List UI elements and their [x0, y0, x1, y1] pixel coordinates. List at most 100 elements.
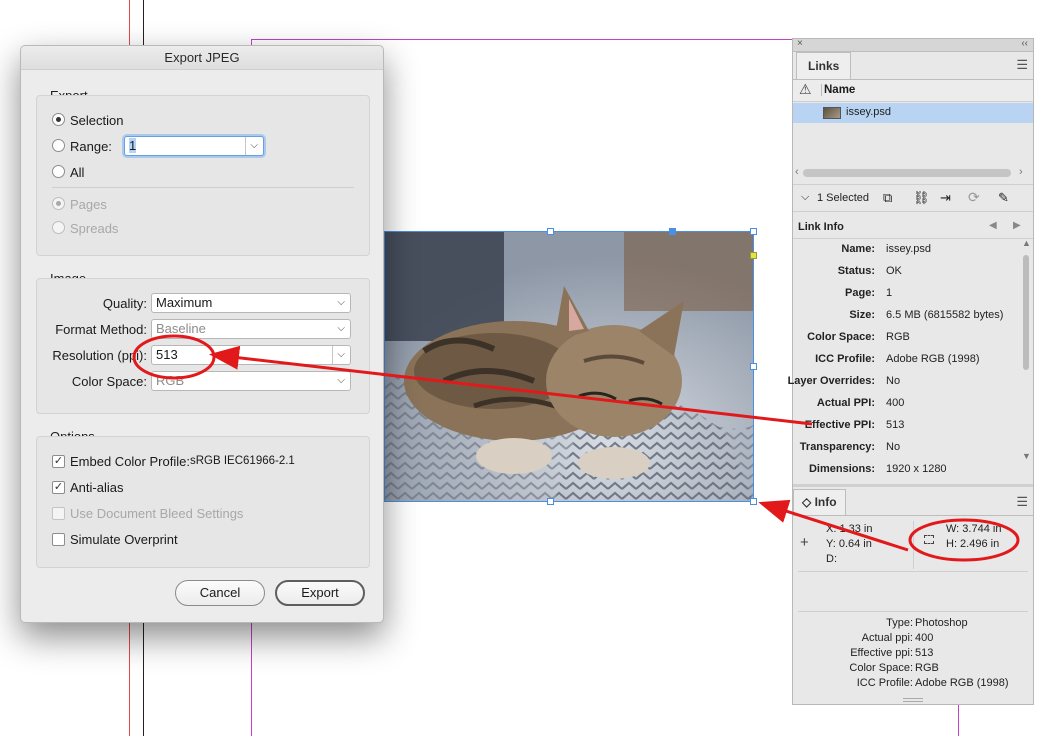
frame-handle[interactable] — [750, 498, 757, 505]
info-detail-row: ICC Profile: Adobe RGB (1998) — [793, 677, 1033, 692]
collapse-icon[interactable]: ‹‹ — [1021, 38, 1028, 49]
panel-resize-grip[interactable] — [903, 698, 923, 702]
frame-size-icon — [924, 535, 934, 544]
all-radio[interactable] — [52, 165, 65, 178]
chevron-down-icon: ⌵ — [337, 297, 345, 308]
detail-key: Effective ppi: — [850, 647, 913, 659]
previous-link-icon[interactable]: ◀ — [989, 220, 997, 231]
link-info-row: Name: issey.psd — [793, 238, 1017, 260]
link-info-vscrollbar-thumb[interactable] — [1023, 255, 1029, 370]
link-info-row: Status: OK — [793, 260, 1017, 282]
simulate-overprint-checkbox[interactable] — [52, 533, 65, 546]
margin-guide-magenta-h — [251, 39, 792, 40]
embed-color-profile-checkbox[interactable]: ✓ — [52, 455, 65, 468]
link-row-selected[interactable]: issey.psd — [793, 103, 1033, 123]
simulate-overprint-label[interactable]: Simulate Overprint — [70, 532, 178, 547]
range-radio[interactable] — [52, 139, 65, 152]
scroll-right-icon[interactable]: › — [1019, 166, 1023, 178]
info-key: ICC Profile: — [815, 353, 875, 365]
close-icon[interactable]: × — [797, 38, 803, 49]
detail-value: 513 — [915, 647, 934, 659]
resolution-combo[interactable]: 513 ⌵ — [151, 345, 351, 365]
link-info-row: Size: 6.5 MB (6815582 bytes) — [793, 304, 1017, 326]
color-space-value: RGB — [156, 373, 185, 388]
info-detail-row: Color Space: RGB — [793, 662, 1033, 677]
anti-alias-label[interactable]: Anti-alias — [70, 480, 123, 495]
tab-links[interactable]: Links — [796, 52, 852, 80]
all-label[interactable]: All — [70, 165, 84, 180]
cat-image[interactable] — [384, 231, 754, 502]
info-value: issey.psd — [886, 243, 932, 255]
embed-color-profile-name: sRGB IEC61966-2.1 — [190, 455, 295, 467]
link-info-row: Dimensions: 1920 x 1280 — [793, 458, 1017, 480]
content-grabber-handle[interactable] — [669, 228, 676, 235]
info-panel-separator — [793, 484, 1033, 487]
range-value: 1 — [129, 138, 137, 153]
scroll-up-icon[interactable]: ▲ — [1022, 238, 1031, 248]
chevron-down-icon[interactable]: ⌵ — [332, 346, 345, 364]
info-detail-row: Effective ppi: 513 — [793, 647, 1033, 662]
spreads-label: Spreads — [70, 221, 119, 236]
embed-color-profile-label[interactable]: Embed Color Profile: — [70, 454, 190, 469]
next-link-icon[interactable]: ▶ — [1013, 220, 1021, 231]
quality-select[interactable]: Maximum ⌵ — [151, 293, 351, 313]
export-button[interactable]: Export — [275, 580, 365, 606]
chevron-down-icon[interactable]: ⌵ — [801, 191, 809, 204]
x-position: X: 1.33 in — [826, 523, 873, 535]
info-row-divider — [798, 571, 1028, 572]
link-info-row: Effective PPI: 513 — [793, 414, 1017, 436]
panel-topbar: × ‹‹ — [793, 38, 1033, 52]
frame-handle[interactable] — [547, 498, 554, 505]
range-input[interactable]: 1 ⌵ — [124, 136, 264, 156]
anti-alias-checkbox[interactable]: ✓ — [52, 481, 65, 494]
scroll-left-icon[interactable]: ‹ — [795, 166, 799, 178]
pages-radio[interactable] — [52, 197, 65, 210]
resolution-label: Resolution (ppi): — [52, 348, 147, 363]
color-space-select[interactable]: RGB ⌵ — [151, 371, 351, 391]
cat-photo-illustration — [384, 231, 754, 502]
scroll-down-icon[interactable]: ▼ — [1022, 451, 1031, 461]
selection-radio[interactable] — [52, 113, 65, 126]
chevron-down-icon[interactable]: ⌵ — [245, 137, 258, 155]
range-label[interactable]: Range: — [70, 139, 112, 154]
frame-handle[interactable] — [750, 228, 757, 235]
panel-menu-icon[interactable]: ☰ — [1016, 57, 1028, 73]
tab-info[interactable]: ◇ Info — [793, 489, 846, 515]
info-panel-menu-icon[interactable]: ☰ — [1016, 494, 1028, 510]
name-column-header[interactable]: Name — [821, 84, 855, 96]
format-method-label: Format Method: — [55, 322, 147, 337]
text-wrap-handle[interactable] — [750, 252, 757, 259]
info-value: No — [886, 375, 901, 387]
info-key: Size: — [849, 309, 875, 321]
info-key: Dimensions: — [808, 463, 875, 475]
chevron-down-icon: ⌵ — [337, 323, 345, 334]
info-key: Actual PPI: — [816, 397, 875, 409]
links-hscrollbar[interactable] — [803, 169, 1011, 177]
frame-handle[interactable] — [750, 363, 757, 370]
format-method-select[interactable]: Baseline ⌵ — [151, 319, 351, 339]
width-value: W: 3.744 in — [946, 523, 1002, 535]
detail-value: 400 — [915, 632, 934, 644]
detail-key: Type: — [886, 617, 913, 629]
info-key: Color Space: — [807, 331, 875, 343]
relink-icon[interactable]: ⛓ — [913, 190, 930, 206]
info-value: 1 — [886, 287, 893, 299]
link-info-row: ICC Profile: Adobe RGB (1998) — [793, 348, 1017, 370]
spreads-radio[interactable] — [52, 221, 65, 234]
document-bleed-checkbox[interactable] — [52, 507, 65, 520]
quality-value: Maximum — [156, 295, 213, 310]
selected-count: 1 Selected — [817, 192, 869, 204]
relink-cc-icon[interactable]: ⧉ — [883, 190, 892, 206]
update-link-icon[interactable]: ⟳ — [968, 189, 980, 206]
goto-link-icon[interactable]: ⇥ — [940, 190, 951, 206]
edit-original-icon[interactable]: ✎ — [998, 190, 1009, 206]
detail-value: Adobe RGB (1998) — [915, 677, 1009, 689]
link-info-row: Layer Overrides: No — [788, 370, 1017, 392]
detail-key: Color Space: — [849, 662, 913, 674]
detail-value: RGB — [915, 662, 939, 674]
frame-handle[interactable] — [547, 228, 554, 235]
link-info-vscrollbar-track[interactable]: ▲ ▼ — [1021, 238, 1031, 467]
selection-label[interactable]: Selection — [70, 113, 123, 128]
info-value: 513 — [886, 419, 905, 431]
cancel-button[interactable]: Cancel — [175, 580, 265, 606]
